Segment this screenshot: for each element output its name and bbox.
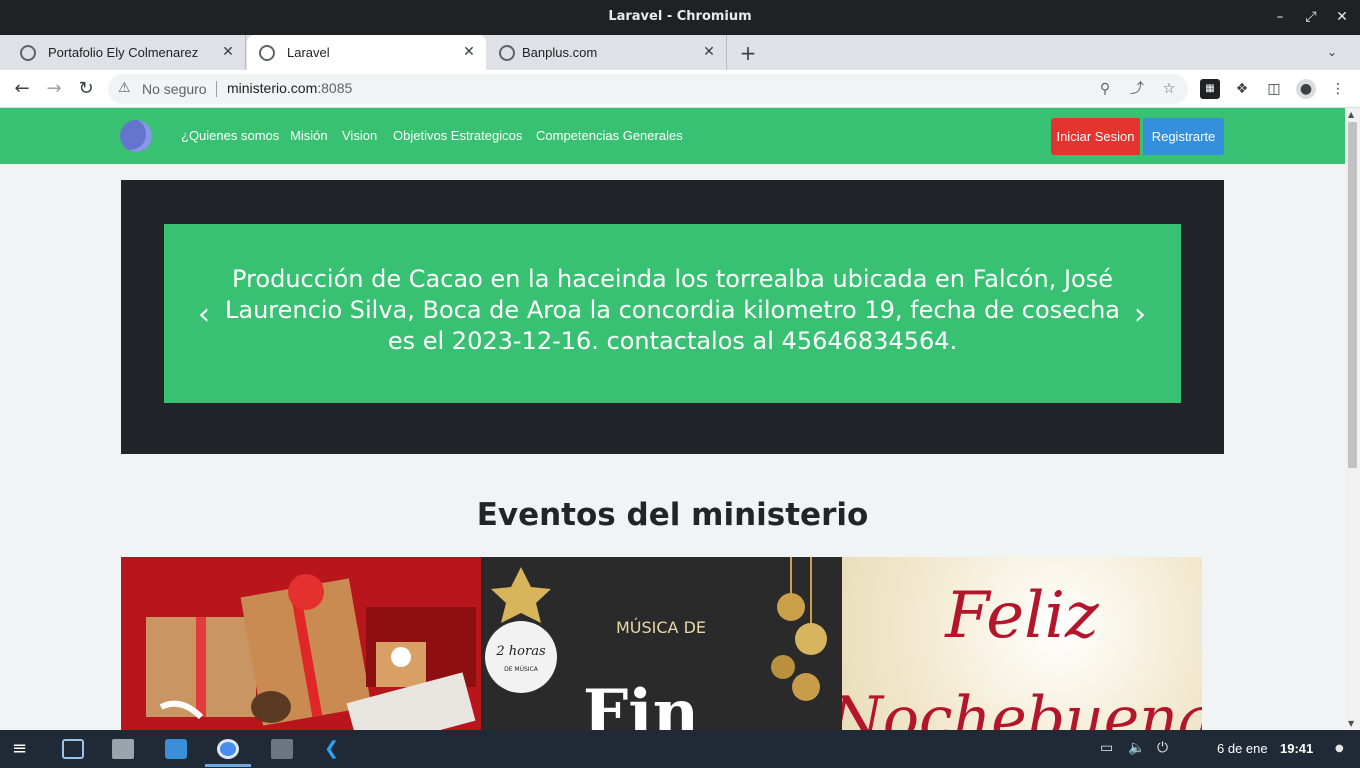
reload-icon[interactable]: ↻ <box>75 78 97 100</box>
carousel: Producción de Cacao en la haceinda los t… <box>121 180 1224 454</box>
tab-banplus[interactable]: Banplus.com ✕ <box>487 35 727 70</box>
musica-de-fin-image: 2 horas DE MÚSICA MÚSICA DE Fin <box>481 557 842 730</box>
url-text[interactable]: ministerio.com:8085 <box>227 80 352 96</box>
scroll-down-icon[interactable]: ▼ <box>1348 719 1354 728</box>
event-card-musica[interactable]: 2 horas DE MÚSICA MÚSICA DE Fin <box>481 557 842 730</box>
os-taskbar: ≡ ❮ ▭ 🔈 ⏻ 6 de ene 19:41 ● <box>0 730 1360 768</box>
scroll-up-icon[interactable]: ▲ <box>1348 110 1354 119</box>
close-icon[interactable]: ✕ <box>219 43 237 61</box>
feliz-text: Feliz <box>944 579 1100 653</box>
clock-time[interactable]: 19:41 <box>1280 741 1313 756</box>
window-title: Laravel - Chromium <box>608 9 752 24</box>
volume-icon[interactable]: 🔈 <box>1128 740 1145 756</box>
clock-date[interactable]: 6 de ene <box>1217 741 1268 756</box>
nav-competencias[interactable]: Competencias Generales <box>536 128 683 143</box>
register-button[interactable]: Registrarte <box>1143 118 1224 155</box>
close-icon[interactable]: ✕ <box>460 43 478 61</box>
page-scrollbar[interactable]: ▲ ▼ <box>1345 108 1360 730</box>
minimize-icon[interactable]: – <box>1270 7 1290 27</box>
badge-sub-text: DE MÚSICA <box>504 666 539 673</box>
share-icon[interactable]: ⤴ <box>1128 80 1146 98</box>
globe-icon <box>20 45 36 61</box>
forward-icon[interactable]: → <box>43 78 65 100</box>
workspaces-icon[interactable] <box>62 739 84 759</box>
security-label[interactable]: No seguro <box>142 81 207 97</box>
globe-icon <box>259 45 275 61</box>
events-title: Eventos del ministerio <box>476 497 869 533</box>
divider <box>216 81 217 97</box>
site-logo[interactable] <box>120 120 152 152</box>
window-titlebar: Laravel - Chromium – ⤢ ✕ <box>0 0 1360 35</box>
badge-text: 2 horas <box>495 644 546 659</box>
tab-label: Banplus.com <box>522 45 598 60</box>
nav-quienes-somos[interactable]: ¿Quienes somos <box>181 128 279 143</box>
chevron-left-icon[interactable]: ‹ <box>194 300 214 330</box>
menu-icon[interactable]: ⋮ <box>1328 79 1348 99</box>
nav-mision[interactable]: Misión <box>290 128 328 143</box>
notification-dot-icon[interactable]: ● <box>1335 743 1344 754</box>
zorin-menu-icon[interactable]: ≡ <box>12 739 34 759</box>
warning-icon[interactable]: ⚠ <box>118 80 131 96</box>
nav-objetivos[interactable]: Objetivos Estrategicos <box>393 128 522 143</box>
tab-label: Laravel <box>287 45 330 60</box>
chevron-right-icon[interactable]: › <box>1130 300 1150 330</box>
nav-vision[interactable]: Vision <box>342 128 377 143</box>
extension-icon[interactable]: ▦ <box>1200 79 1220 99</box>
restore-icon[interactable]: ⤢ <box>1301 7 1321 27</box>
display-icon[interactable]: ▭ <box>1100 740 1113 756</box>
new-tab-icon[interactable]: + <box>737 42 759 64</box>
screenshot-icon[interactable] <box>271 739 293 759</box>
globe-icon <box>499 45 515 61</box>
active-indicator <box>205 764 251 767</box>
carousel-caption: Producción de Cacao en la haceinda los t… <box>224 265 1121 355</box>
nochebuena-text: Nochebuena <box>842 684 1202 730</box>
browser-toolbar: ← → ↻ ⚠ No seguro ministerio.com:8085 ⚲ … <box>0 70 1360 108</box>
zoom-icon[interactable]: ⚲ <box>1096 80 1114 98</box>
page-viewport: ¿Quienes somos Misión Vision Objetivos E… <box>0 108 1345 730</box>
site-navbar: ¿Quienes somos Misión Vision Objetivos E… <box>0 108 1345 164</box>
close-window-icon[interactable]: ✕ <box>1332 7 1352 27</box>
files-icon[interactable] <box>112 739 134 759</box>
musica-de-text: MÚSICA DE <box>616 618 706 637</box>
close-icon[interactable]: ✕ <box>700 43 718 61</box>
profile-icon[interactable]: ● <box>1296 79 1316 99</box>
store-icon[interactable] <box>165 739 187 759</box>
scroll-thumb[interactable] <box>1348 122 1357 468</box>
address-bar[interactable]: ⚠ No seguro ministerio.com:8085 ⚲ ⤴ ☆ <box>108 74 1188 104</box>
power-icon[interactable]: ⏻ <box>1157 740 1168 756</box>
gifts-image <box>121 557 481 730</box>
event-card-gifts[interactable] <box>121 557 481 730</box>
event-card-nochebuena[interactable]: Feliz Nochebuena <box>842 557 1202 730</box>
sidepanel-icon[interactable]: ◫ <box>1264 79 1284 99</box>
tab-strip: Portafolio Ely Colmenarez ✕ Laravel ✕ Ba… <box>0 35 1360 70</box>
chevron-down-icon[interactable]: ⌄ <box>1322 42 1342 62</box>
tab-laravel[interactable]: Laravel ✕ <box>247 35 486 70</box>
back-icon[interactable]: ← <box>11 78 33 100</box>
chromium-icon[interactable] <box>217 739 239 759</box>
login-button[interactable]: Iniciar Sesion <box>1051 118 1140 155</box>
tab-label: Portafolio Ely Colmenarez <box>48 45 199 60</box>
puzzle-icon[interactable]: ❖ <box>1232 79 1252 99</box>
carousel-slide: Producción de Cacao en la haceinda los t… <box>164 224 1181 403</box>
feliz-nochebuena-image: Feliz Nochebuena <box>842 579 1202 730</box>
fin-text: Fin <box>583 676 699 730</box>
tab-portafolio[interactable]: Portafolio Ely Colmenarez ✕ <box>8 35 246 70</box>
star-icon[interactable]: ☆ <box>1160 80 1178 98</box>
vscode-icon[interactable]: ❮ <box>324 739 346 759</box>
